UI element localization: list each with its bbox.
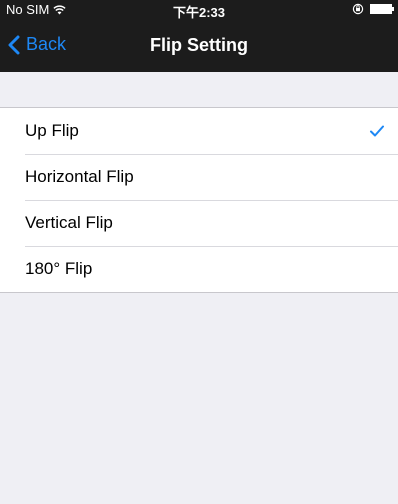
status-time: 下午2:33: [172, 5, 226, 20]
option-180-flip[interactable]: 180° Flip: [0, 246, 398, 292]
status-bar: No SIM 下午2:33: [0, 0, 398, 20]
battery-icon: [370, 4, 394, 14]
option-up-flip[interactable]: Up Flip: [0, 108, 398, 154]
flip-options-list: Up Flip Horizontal Flip Vertical Flip 18…: [0, 107, 398, 293]
section-header-spacer: [0, 72, 398, 107]
option-label: Up Flip: [25, 121, 79, 140]
page-title: Flip Setting: [150, 35, 248, 55]
option-horizontal-flip[interactable]: Horizontal Flip: [0, 154, 398, 200]
option-label: Horizontal Flip: [25, 167, 134, 186]
option-label: Vertical Flip: [25, 213, 113, 232]
checkmark-icon: [370, 125, 384, 137]
rotation-lock-icon: [352, 3, 364, 15]
status-right: [352, 3, 394, 15]
navigation-bar: Back Flip Setting: [0, 20, 398, 72]
option-label: 180° Flip: [25, 259, 93, 278]
option-vertical-flip[interactable]: Vertical Flip: [0, 200, 398, 246]
